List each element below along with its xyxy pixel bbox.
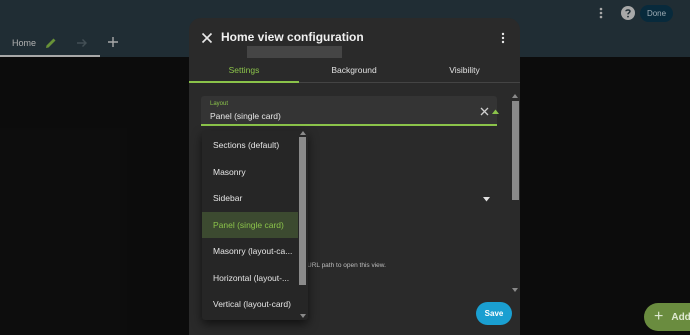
scrollbar-thumb[interactable] xyxy=(512,101,519,200)
dialog-scrollbar[interactable] xyxy=(511,94,519,294)
layout-dropdown-menu: Sections (default) Masonry Sidebar Panel… xyxy=(202,131,308,320)
layout-field-value: Panel (single card) xyxy=(210,111,281,121)
scroll-up-icon[interactable] xyxy=(512,94,518,98)
scroll-down-icon[interactable] xyxy=(300,314,306,318)
tab-active-indicator xyxy=(189,81,299,83)
tab-settings[interactable]: Settings xyxy=(189,58,299,82)
caret-up-icon[interactable] xyxy=(492,109,499,114)
url-help-text: URL path to open this view. xyxy=(307,262,386,269)
add-card-button[interactable]: + Add xyxy=(644,303,690,331)
menu-item-sections[interactable]: Sections (default) xyxy=(202,132,298,158)
add-label: Add xyxy=(671,311,690,323)
close-icon[interactable] xyxy=(201,32,213,44)
layout-select[interactable]: Layout Panel (single card) xyxy=(201,96,499,126)
menu-item-panel[interactable]: Panel (single card) xyxy=(202,212,298,238)
clear-icon[interactable] xyxy=(480,107,489,116)
menu-item-horizontal-layout-card[interactable]: Horizontal (layout-... xyxy=(202,265,298,291)
tab-background[interactable]: Background xyxy=(299,58,409,82)
menu-item-masonry-layout-card[interactable]: Masonry (layout-ca... xyxy=(202,238,298,264)
scroll-down-icon[interactable] xyxy=(512,288,518,292)
tab-visibility[interactable]: Visibility xyxy=(409,58,520,82)
scroll-up-icon[interactable] xyxy=(300,131,306,135)
plus-icon: + xyxy=(654,308,664,325)
more-vert-icon[interactable] xyxy=(499,31,507,45)
menu-item-masonry[interactable]: Masonry xyxy=(202,159,298,185)
caret-down-icon[interactable] xyxy=(483,197,490,202)
save-button[interactable]: Save xyxy=(476,302,512,325)
menu-scrollbar-thumb[interactable] xyxy=(299,137,306,285)
menu-item-sidebar[interactable]: Sidebar xyxy=(202,185,298,211)
menu-item-vertical-layout-card[interactable]: Vertical (layout-card) xyxy=(202,291,298,317)
dialog-title: Home view configuration xyxy=(221,30,364,44)
layout-field-label: Layout xyxy=(210,101,229,107)
dialog-tabs: Settings Background Visibility xyxy=(189,58,520,82)
tooltip-overlay xyxy=(247,46,342,58)
